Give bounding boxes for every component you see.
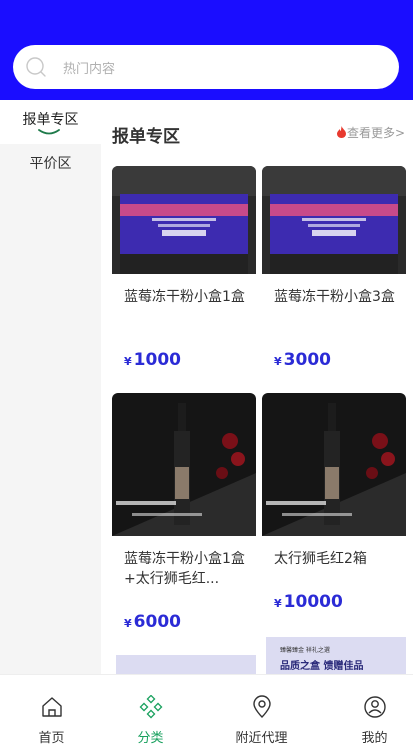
product-name: 蓝莓冻干粉小盒1盒+太行狮毛红...: [124, 551, 245, 587]
product-price: ¥1000: [124, 350, 181, 370]
product-name: 太行狮毛红2箱: [274, 551, 367, 567]
category-icon: [139, 695, 163, 719]
product-card-partial[interactable]: [116, 655, 260, 674]
product-name: 蓝莓冻干粉小盒3盒: [274, 289, 395, 305]
flame-icon: [336, 126, 346, 138]
product-image: [112, 166, 256, 274]
tab-label: 分类: [137, 731, 164, 746]
product-card[interactable]: 蓝莓冻干粉小盒1盒 ¥1000: [112, 166, 256, 386]
active-indicator-icon: [38, 129, 60, 135]
header-bar: 热门内容: [0, 0, 413, 100]
product-image: [112, 393, 256, 536]
sidebar-item-label: 平价区: [29, 156, 72, 172]
section-title: 报单专区: [112, 127, 180, 147]
product-image: [116, 655, 256, 674]
product-image: [262, 393, 406, 536]
search-placeholder: 热门内容: [63, 62, 116, 77]
product-price: ¥3000: [274, 350, 331, 370]
search-icon: [26, 57, 46, 77]
search-input[interactable]: 热门内容: [13, 45, 399, 89]
tab-label: 首页: [38, 731, 65, 746]
product-price: ¥6000: [124, 612, 181, 632]
product-card[interactable]: 太行狮毛红2箱 ¥10000: [262, 393, 406, 636]
product-image: 臻馨臻金 祥礼之選 品质之盒 馈赠佳品: [266, 637, 406, 674]
product-price: ¥10000: [274, 592, 343, 612]
tab-mine[interactable]: 我的: [323, 675, 413, 746]
image-caption: 品质之盒 馈赠佳品: [280, 661, 364, 672]
tab-home[interactable]: 首页: [0, 675, 103, 746]
product-card[interactable]: 蓝莓冻干粉小盒1盒+太行狮毛红... ¥6000: [112, 393, 256, 636]
home-icon: [42, 697, 62, 717]
tab-label: 我的: [361, 731, 388, 746]
product-name: 蓝莓冻干粉小盒1盒: [124, 289, 245, 305]
product-card[interactable]: 蓝莓冻干粉小盒3盒 ¥3000: [262, 166, 406, 386]
tab-category[interactable]: 分类: [99, 675, 202, 746]
product-image: [262, 166, 406, 274]
bottom-tab-bar: 首页 分类 附近代理 我的: [0, 674, 413, 746]
product-list-area: 报单专区 查看更多> 蓝莓冻干粉小盒1盒 ¥1000 蓝莓冻干粉小盒3盒 ¥ 3…: [101, 100, 413, 674]
user-icon: [364, 696, 386, 718]
location-pin-icon: [253, 695, 271, 718]
sidebar-item-report-zone[interactable]: 报单专区: [0, 100, 101, 144]
product-card-partial[interactable]: 臻馨臻金 祥礼之選 品质之盒 馈赠佳品: [266, 637, 410, 674]
category-sidebar: 报单专区 平价区: [0, 100, 101, 674]
image-caption: 臻馨臻金 祥礼之選: [280, 647, 330, 654]
tab-label: 附近代理: [235, 731, 288, 746]
sidebar-item-label: 报单专区: [22, 112, 79, 128]
sidebar-item-budget-zone[interactable]: 平价区: [0, 144, 101, 188]
view-more-label: 查看更多>: [346, 126, 405, 140]
tab-nearby-agent[interactable]: 附近代理: [210, 675, 313, 746]
view-more-link[interactable]: 查看更多>: [336, 124, 405, 141]
